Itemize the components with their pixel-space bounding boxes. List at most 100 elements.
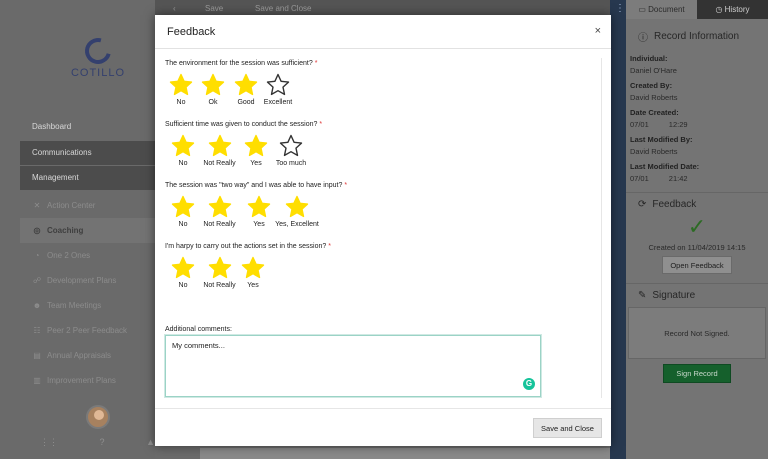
tab-document[interactable]: ▭ Document xyxy=(626,0,697,19)
star-filled-icon xyxy=(244,134,268,157)
created-by-value: David Roberts xyxy=(630,93,678,102)
save-and-close-button[interactable]: Save and Close xyxy=(533,418,602,438)
star-option-label: Yes xyxy=(250,160,262,167)
back-icon[interactable]: ‹ xyxy=(173,4,176,13)
open-feedback-button[interactable]: Open Feedback xyxy=(662,256,732,274)
star-option-2[interactable]: Not Really xyxy=(201,134,238,167)
comments-label: Additional comments: xyxy=(165,326,232,333)
nav-item-label: Coaching xyxy=(47,226,84,235)
sidebar: COTILLO Dashboard Communications Managem… xyxy=(0,0,155,459)
star-option-2[interactable]: Not Really xyxy=(201,256,238,289)
star-option-label: No xyxy=(176,99,186,106)
star-option-1[interactable]: No xyxy=(165,256,201,289)
star-option-3[interactable]: Good xyxy=(229,73,263,106)
star-option-3[interactable]: Yes xyxy=(238,134,274,167)
nav-item-label: Peer 2 Peer Feedback xyxy=(47,326,128,335)
right-panel-tabs: ▭ Document ◷ History xyxy=(626,0,768,19)
grammarly-icon[interactable]: G xyxy=(523,378,535,390)
nav-item-development-plans[interactable]: ☍ Development Plans xyxy=(20,268,155,293)
feedback-modal: Feedback × The environment for the sessi… xyxy=(155,15,611,446)
star-option-label: Not Really xyxy=(203,282,236,289)
star-option-label: Not Really xyxy=(203,160,236,167)
panel-toggle-strip: ⋮ xyxy=(610,0,626,459)
nav-item-coaching[interactable]: ◎ Coaching xyxy=(20,218,155,243)
nav-dashboard[interactable]: Dashboard xyxy=(20,115,155,139)
star-option-label: No xyxy=(178,221,188,228)
question-4: I'm harpy to carry out the actions set i… xyxy=(165,243,331,250)
meetings-icon: ☻ xyxy=(32,301,42,310)
checkmark-icon: ✓ xyxy=(687,214,707,239)
question-3: The session was "two way" and I was able… xyxy=(165,182,348,189)
nav-communications[interactable]: Communications xyxy=(20,141,155,165)
nav-management[interactable]: Management xyxy=(20,166,155,190)
star-filled-icon xyxy=(171,195,195,218)
signature-heading: ✎ Signature xyxy=(638,290,696,301)
star-option-1[interactable]: No xyxy=(165,73,197,106)
comments-textarea[interactable] xyxy=(165,335,541,397)
nav-item-team-meetings[interactable]: ☻ Team Meetings xyxy=(20,293,155,318)
bell-icon[interactable]: ▲ xyxy=(146,437,155,448)
star-filled-icon xyxy=(285,195,309,218)
nav-item-action-center[interactable]: ✕ Action Center xyxy=(20,193,155,218)
star-filled-icon xyxy=(234,73,258,96)
sign-record-button[interactable]: Sign Record xyxy=(663,364,731,383)
star-option-2[interactable]: Not Really xyxy=(201,195,238,228)
scrollbar[interactable] xyxy=(601,58,602,398)
help-icon[interactable]: ? xyxy=(100,437,105,448)
signature-status: Record Not Signed. xyxy=(628,307,766,359)
star-option-3[interactable]: Yes xyxy=(238,195,280,228)
nav-item-label: Team Meetings xyxy=(47,301,102,310)
star-option-label: No xyxy=(178,160,188,167)
appraisals-icon: ▤ xyxy=(33,351,41,360)
date-created-value: 07/01 12:29 xyxy=(630,120,688,129)
toolbar-save-button[interactable]: Save xyxy=(205,4,223,13)
toolbar-save-close-button[interactable]: Save and Close xyxy=(255,4,311,13)
date-created-label: Date Created: xyxy=(630,108,679,117)
rating-group-2: No Not Really Yes Too much xyxy=(165,134,308,167)
close-icon[interactable]: × xyxy=(595,25,601,37)
star-option-3[interactable]: Yes xyxy=(238,256,268,289)
star-filled-icon xyxy=(208,134,231,157)
star-option-label: Ok xyxy=(208,99,218,106)
main-footer-strip xyxy=(200,448,610,459)
modal-title: Feedback xyxy=(167,26,216,38)
star-option-label: Yes xyxy=(247,282,259,289)
last-modified-date-value: 07/01 21:42 xyxy=(630,174,688,183)
created-by-label: Created By: xyxy=(630,81,673,90)
info-icon: ⓘ xyxy=(638,33,648,44)
more-vertical-icon[interactable]: ⋮ xyxy=(615,3,625,14)
star-option-4[interactable]: Yes, Excellent xyxy=(275,195,319,228)
star-option-label: Good xyxy=(237,99,255,106)
nav-item-improvement-plans[interactable]: ▥ Improvement Plans xyxy=(20,368,155,393)
star-filled-icon xyxy=(171,134,195,157)
star-option-4[interactable]: Too much xyxy=(274,134,308,167)
one2one-icon: ◔ xyxy=(34,251,40,260)
rating-group-3: No Not Really Yes Yes, Excellent xyxy=(165,195,319,228)
star-filled-icon xyxy=(171,256,195,279)
question-1: The environment for the session was suff… xyxy=(165,60,318,67)
avatar[interactable] xyxy=(86,405,110,429)
nav-item-one2ones[interactable]: ◔ One 2 Ones xyxy=(20,243,155,268)
rating-group-1: No Ok Good Excellent xyxy=(165,73,293,106)
logo-mark-icon xyxy=(80,33,116,69)
star-filled-icon xyxy=(241,256,265,279)
feedback-heading: ⟳ Feedback xyxy=(638,199,697,210)
question-2: Sufficient time was given to conduct the… xyxy=(165,121,323,128)
nav-item-peer-feedback[interactable]: ☷ Peer 2 Peer Feedback xyxy=(20,318,155,343)
tab-history[interactable]: ◷ History xyxy=(697,0,768,19)
nav-item-annual-appraisals[interactable]: ▤ Annual Appraisals xyxy=(20,343,155,368)
star-option-label: Too much xyxy=(275,160,307,167)
star-option-label: Yes, Excellent xyxy=(275,221,319,228)
individual-label: Individual: xyxy=(630,54,668,63)
star-option-1[interactable]: No xyxy=(165,134,201,167)
star-option-2[interactable]: Ok xyxy=(197,73,229,106)
star-filled-icon xyxy=(201,73,225,96)
modal-footer: Save and Close xyxy=(155,408,611,446)
nav-item-label: Annual Appraisals xyxy=(47,351,112,360)
star-option-4[interactable]: Excellent xyxy=(263,73,293,106)
nav-item-label: Development Plans xyxy=(47,276,117,285)
record-info-heading: ⓘ Record Information xyxy=(638,31,740,44)
grid-icon[interactable]: ⋮⋮ xyxy=(40,437,58,448)
feedback-created-on: Created on 11/04/2019 14:15 xyxy=(648,243,746,252)
star-option-1[interactable]: No xyxy=(165,195,201,228)
